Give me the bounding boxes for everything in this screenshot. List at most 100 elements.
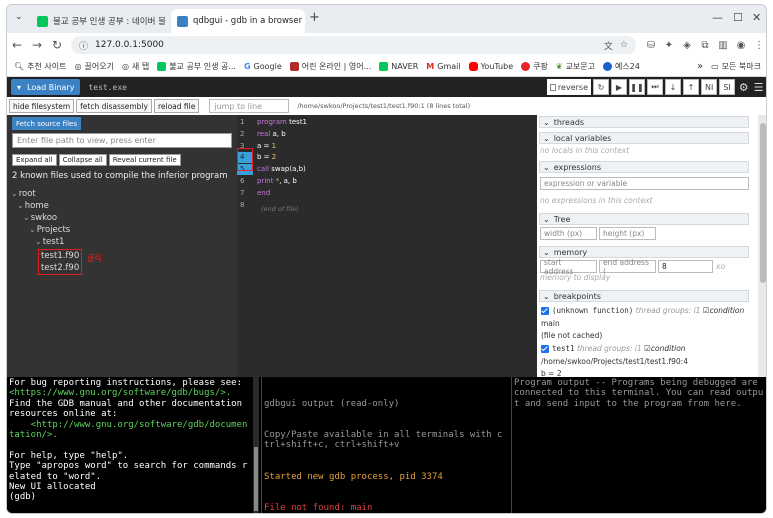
line-number[interactable]: 8: [237, 200, 253, 211]
gdb-output-line: Find the GDB manual and other documentat…: [9, 398, 248, 420]
debug-controls: reverse ↻ ▶ ❚❚ ⏭ ↓ ↑ NI SI ⚙ ☰: [547, 78, 764, 96]
line-number[interactable]: 6: [237, 176, 253, 187]
all-bookmarks[interactable]: ▭ 모든 북마크: [708, 61, 764, 72]
expression-input[interactable]: expression or variable: [540, 177, 749, 190]
bookmark-item[interactable]: ◎ 끌어오기: [72, 61, 117, 72]
memory-bytes-input[interactable]: 8: [658, 260, 713, 273]
load-binary-button[interactable]: ▾ Load Binary: [11, 79, 81, 95]
pause-icon[interactable]: ❚❚: [629, 79, 645, 95]
tree-node-swkoo[interactable]: ⌄swkoo: [23, 213, 57, 223]
gdbgui-icon: [177, 15, 188, 27]
condition-checkbox-icon[interactable]: ☑: [644, 344, 651, 353]
line-number[interactable]: 2: [237, 129, 253, 140]
new-tab-button[interactable]: +: [309, 10, 320, 25]
bookmark-item[interactable]: YouTube: [466, 62, 517, 71]
breakpoint-1-location[interactable]: main: [541, 319, 560, 328]
menu-icon[interactable]: ☰: [754, 81, 764, 94]
tree-node-home[interactable]: ⌄home: [17, 201, 49, 211]
gdb-terminal-scrollbar[interactable]: [253, 377, 259, 513]
tab-search-icon[interactable]: ⌄: [15, 12, 23, 22]
line-number[interactable]: 1: [237, 117, 253, 128]
hide-filesystem-button[interactable]: hide filesystem: [9, 99, 75, 113]
tab-gdbgui[interactable]: qdbgui - gdb in a browser ✕: [171, 9, 305, 33]
star-icon[interactable]: ☆: [620, 40, 628, 50]
forward-icon[interactable]: →: [27, 38, 47, 52]
fetch-source-files-button[interactable]: Fetch source files: [12, 117, 81, 130]
reload-file-button[interactable]: reload file: [153, 99, 200, 113]
back-icon[interactable]: ←: [7, 38, 27, 52]
gear-icon[interactable]: ⚙: [739, 81, 749, 94]
local-variables-header[interactable]: ⌄ local variables: [539, 132, 749, 144]
next-instruction-button[interactable]: NI: [701, 79, 718, 95]
continue-icon[interactable]: ▶: [611, 79, 627, 95]
threads-header[interactable]: ⌄ threads: [539, 116, 749, 128]
extension-icon[interactable]: ◈: [678, 40, 696, 51]
tree-height-input[interactable]: height (px): [599, 227, 656, 240]
reverse-checkbox[interactable]: reverse: [547, 79, 591, 95]
step-instruction-button[interactable]: SI: [719, 79, 735, 95]
program-output-terminal[interactable]: Program output -- Programs being debugge…: [511, 377, 766, 513]
bookmark-item[interactable]: ❦ 교보문고: [553, 61, 598, 72]
bookmark-item[interactable]: G Google: [241, 62, 285, 71]
file-path-input[interactable]: Enter file path to view, press enter: [12, 133, 232, 148]
breakpoints-header[interactable]: ⌄ breakpoints: [539, 290, 749, 302]
address-bar[interactable]: ⓘ 127.0.0.1:5000 文 ☆: [71, 36, 636, 54]
tree-header[interactable]: ⌄ Tree: [539, 213, 749, 225]
next-icon[interactable]: ⏭: [647, 79, 663, 95]
restart-icon[interactable]: ↻: [593, 79, 609, 95]
breakpoint-2-location[interactable]: /home/swkoo/Projects/test1/test1.f90:4: [541, 357, 688, 366]
tree-node-projects[interactable]: ⌄Projects: [29, 225, 70, 235]
memory-end-input[interactable]: end address (: [599, 258, 656, 276]
search-icon: 🔍︎: [14, 62, 25, 71]
memory-header[interactable]: ⌄ memory: [539, 246, 749, 258]
breakpoint-checkbox[interactable]: [541, 345, 549, 353]
bookmark-item[interactable]: M Gmail: [423, 62, 463, 71]
expand-all-button[interactable]: Expand all: [12, 154, 57, 166]
condition-checkbox-icon[interactable]: ☑: [703, 306, 710, 315]
reveal-current-file-button[interactable]: Reveal current file: [108, 154, 181, 166]
bookmark-item[interactable]: 어린 온라인 | 영어...: [287, 61, 374, 72]
jump-to-line-input[interactable]: jump to line: [209, 99, 290, 113]
line-number[interactable]: 7: [237, 188, 253, 199]
avatar[interactable]: ◉: [732, 40, 750, 51]
bookmark-item[interactable]: 🔍︎ 추천 사이트: [11, 61, 70, 72]
bookmark-item[interactable]: 불교 공부 인생 공...: [154, 61, 239, 72]
extension-icon[interactable]: ⛁: [642, 40, 660, 51]
bookmark-item[interactable]: 예스24: [600, 61, 643, 72]
bookmark-item[interactable]: ◎ 새 탭: [119, 61, 152, 72]
gdbgui-output-terminal[interactable]: gdbgui output (read-only) Copy/Paste ava…: [261, 377, 507, 513]
site-info-icon[interactable]: ⓘ: [79, 39, 88, 52]
scrollbar-thumb[interactable]: [254, 447, 258, 511]
menu-icon[interactable]: ⋮: [750, 40, 766, 51]
tree-file-test2-f90[interactable]: test2.f90: [41, 262, 79, 274]
close-window-icon[interactable]: ✕: [752, 11, 761, 24]
memory-start-input[interactable]: start address: [540, 258, 597, 276]
step-in-icon[interactable]: ↓: [665, 79, 681, 95]
tree-file-test1-f90[interactable]: test1.f90: [41, 250, 79, 262]
bookmark-item[interactable]: NAVER: [376, 62, 421, 71]
tree-width-input[interactable]: width (px): [540, 227, 597, 240]
bookmark-item[interactable]: 쿠팡: [518, 61, 551, 72]
maximize-icon[interactable]: ☐: [733, 11, 743, 24]
tab-naver-blog[interactable]: 불교 공부 인생 공부 : 네이버 블 ✕: [31, 9, 171, 33]
tree-node-test1[interactable]: ⌄test1: [35, 237, 64, 247]
step-out-icon[interactable]: ↑: [683, 79, 699, 95]
bookmarks-more-button[interactable]: »: [694, 61, 706, 72]
sidepanel-icon[interactable]: ▥: [714, 40, 732, 51]
minimize-icon[interactable]: —: [712, 11, 723, 24]
gdb-output-line: For help, type "help".: [9, 450, 129, 461]
puzzle-icon[interactable]: ⧉: [696, 40, 714, 51]
scrollbar-thumb[interactable]: [760, 123, 766, 283]
extension-icon[interactable]: ✦: [660, 40, 678, 51]
fetch-disassembly-button[interactable]: fetch disassembly: [76, 99, 152, 113]
translate-icon[interactable]: 文: [604, 39, 613, 52]
collapse-all-button[interactable]: Collapse all: [58, 154, 107, 166]
reload-icon[interactable]: ↻: [47, 38, 67, 52]
sidebar-scrollbar[interactable]: [758, 115, 766, 377]
binary-path-input[interactable]: test.exe: [80, 79, 531, 95]
tree-node-root[interactable]: ⌄root: [11, 189, 36, 199]
expressions-header[interactable]: ⌄ expressions: [539, 161, 749, 173]
gdb-terminal[interactable]: For bug reporting instructions, please s…: [7, 377, 253, 513]
gdb-output-line: [9, 440, 251, 450]
breakpoint-checkbox[interactable]: [541, 307, 549, 315]
